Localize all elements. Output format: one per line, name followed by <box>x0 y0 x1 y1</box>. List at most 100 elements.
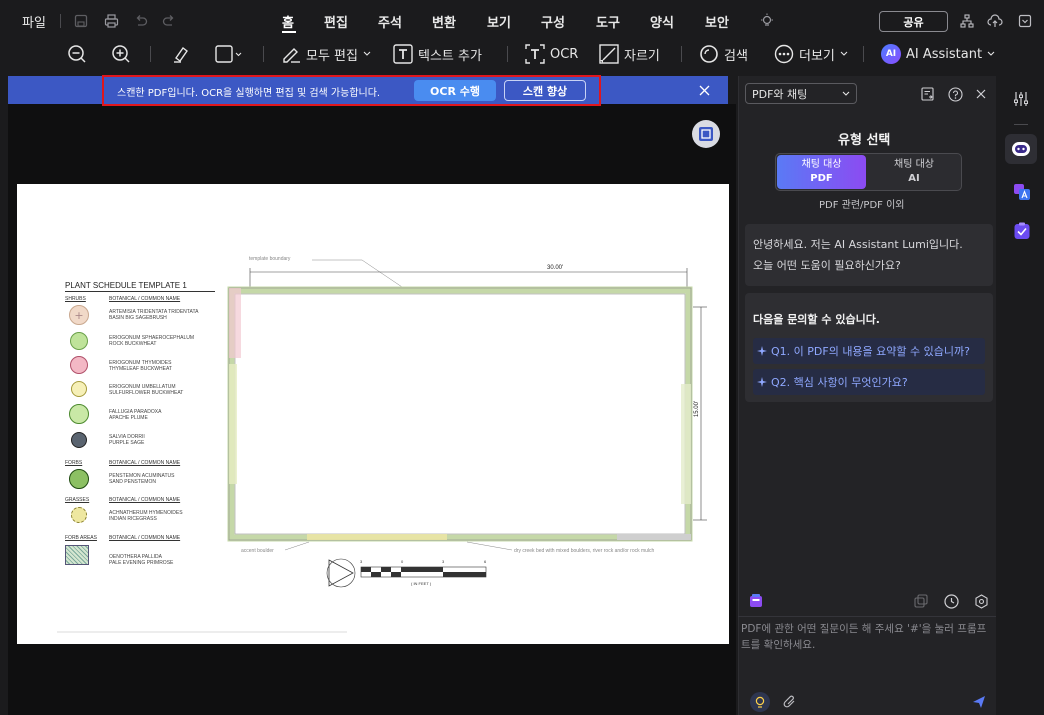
prompt-library-icon[interactable] <box>748 593 764 609</box>
collapse-icon[interactable] <box>1016 12 1034 30</box>
site-plan-lines <box>57 259 707 633</box>
print-icon[interactable] <box>102 12 120 30</box>
crop-button[interactable]: 자르기 <box>599 42 660 66</box>
right-rail <box>996 76 1044 715</box>
height-dimension: 15.00' <box>694 400 701 418</box>
shape-dropdown-icon[interactable] <box>214 43 244 65</box>
tab-annotate[interactable]: 주석 <box>378 12 402 31</box>
add-text-button[interactable]: 텍스트 추가 <box>393 42 482 66</box>
active-tab-indicator <box>282 31 296 33</box>
greeting-line: 오늘 어떤 도움이 필요하신가요? <box>753 259 901 272</box>
more-dots-icon <box>774 44 794 64</box>
ocr-label: OCR <box>550 46 579 62</box>
divider <box>1014 124 1028 125</box>
tab-organize[interactable]: 구성 <box>541 12 565 31</box>
lightbulb-icon[interactable] <box>750 692 770 712</box>
pdf-page: PLANT SCHEDULE TEMPLATE 1 SHRUBS BOTANIC… <box>17 184 729 644</box>
search-button[interactable]: 검색 <box>699 42 748 66</box>
divider <box>738 616 996 617</box>
chevron-down-icon <box>987 51 995 57</box>
attach-icon[interactable] <box>782 694 798 710</box>
undo-icon[interactable] <box>132 12 150 30</box>
chevron-down-icon <box>363 51 371 57</box>
scale-tick: 0 <box>401 559 404 564</box>
file-menu[interactable]: 파일 <box>22 12 46 31</box>
chat-input[interactable]: PDF에 관한 어떤 질문이든 해 주세요 '#'을 눌러 프롬프트를 확인하세… <box>741 621 991 681</box>
close-panel-icon[interactable] <box>974 87 988 101</box>
ai-assistant-label: AI Assistant <box>906 46 983 62</box>
tab-convert[interactable]: 변환 <box>432 12 456 31</box>
chat-with-ai-option[interactable]: 채팅 대상 AI <box>868 155 960 189</box>
crop-label: 자르기 <box>624 48 660 64</box>
help-icon[interactable] <box>947 86 963 102</box>
sliders-icon[interactable] <box>1012 90 1030 108</box>
lightbulb-icon[interactable] <box>758 12 776 30</box>
settings-icon[interactable] <box>973 593 989 609</box>
robot-icon <box>1011 140 1031 158</box>
option-label: AI <box>908 173 920 184</box>
zoom-out-icon[interactable] <box>66 43 88 65</box>
save-icon[interactable] <box>72 12 90 30</box>
ai-assistant-button[interactable]: AI AI Assistant <box>881 42 995 66</box>
search-label: 검색 <box>724 48 748 64</box>
suggestions-title: 다음을 문의할 수 있습니다. <box>753 313 880 326</box>
tab-tools[interactable]: 도구 <box>596 12 620 31</box>
divider <box>263 46 264 62</box>
add-text-label: 텍스트 추가 <box>418 48 482 64</box>
scale-tick: 3 <box>442 559 445 564</box>
divider <box>863 46 864 62</box>
redo-icon[interactable] <box>160 12 178 30</box>
more-label: 더보기 <box>799 48 835 64</box>
copy-icon[interactable] <box>913 593 929 609</box>
close-icon[interactable] <box>696 82 712 98</box>
highlighter-icon[interactable] <box>170 43 192 65</box>
ai-chat-rail-button[interactable] <box>1005 134 1037 164</box>
fit-page-icon <box>698 126 714 142</box>
option-label: 채팅 대상 <box>801 159 842 170</box>
tab-edit[interactable]: 편집 <box>324 12 348 31</box>
creek-bed-label: dry creek bed with mixed boulders, river… <box>514 548 655 554</box>
org-chart-icon[interactable] <box>958 12 976 30</box>
option-label: 채팅 대상 <box>894 159 934 170</box>
tab-security[interactable]: 보안 <box>705 12 729 31</box>
translate-icon[interactable] <box>1012 182 1032 202</box>
fit-page-button[interactable] <box>692 120 720 148</box>
sparkle-icon <box>757 377 767 387</box>
history-icon[interactable] <box>943 593 959 609</box>
tab-home[interactable]: 홈 <box>282 12 294 31</box>
question-text: Q1. 이 PDF의 내용을 요약할 수 있습니까? <box>771 345 970 358</box>
cloud-upload-icon[interactable] <box>986 12 1004 30</box>
divider <box>150 46 151 62</box>
ocr-icon <box>525 44 545 64</box>
search-icon <box>699 44 719 64</box>
divider <box>681 46 682 62</box>
ocr-button[interactable]: OCR <box>525 42 578 66</box>
highlight-box <box>102 75 601 106</box>
crop-icon <box>599 44 619 64</box>
chat-mode-value: PDF와 채팅 <box>752 87 808 101</box>
divider <box>60 14 61 28</box>
greeting-message <box>745 224 993 286</box>
suggested-question[interactable]: Q2. 핵심 사항이 무엇인가요? <box>753 369 985 395</box>
tab-forms[interactable]: 양식 <box>650 12 674 31</box>
edit-all-button[interactable]: 모두 편집 <box>281 42 371 66</box>
zoom-in-icon[interactable] <box>110 43 132 65</box>
chat-with-pdf-option[interactable]: 채팅 대상 PDF <box>777 155 866 189</box>
greeting-line: 안녕하세요. 저는 AI Assistant Lumi입니다. <box>753 238 963 251</box>
chat-mode-select[interactable]: PDF와 채팅 <box>745 83 857 104</box>
pen-edit-icon <box>281 45 301 63</box>
task-check-icon[interactable] <box>1012 221 1032 241</box>
divider <box>507 46 508 62</box>
toolbar: 모두 편집 텍스트 추가 OCR 자르기 검색 더보기 AI AI Assist… <box>0 38 1044 72</box>
option-label: PDF <box>810 173 833 184</box>
type-select-title: 유형 선택 <box>838 133 891 148</box>
more-button[interactable]: 더보기 <box>774 42 848 66</box>
export-chat-icon[interactable] <box>920 86 936 102</box>
text-box-icon <box>393 44 413 64</box>
suggested-question[interactable]: Q1. 이 PDF의 내용을 요약할 수 있습니까? <box>753 338 985 364</box>
share-button[interactable]: 공유 <box>879 11 948 32</box>
tab-view[interactable]: 보기 <box>487 12 511 31</box>
sparkle-icon <box>757 346 767 356</box>
send-icon[interactable] <box>971 694 987 710</box>
accent-boulder-label: accent boulder <box>241 548 274 554</box>
